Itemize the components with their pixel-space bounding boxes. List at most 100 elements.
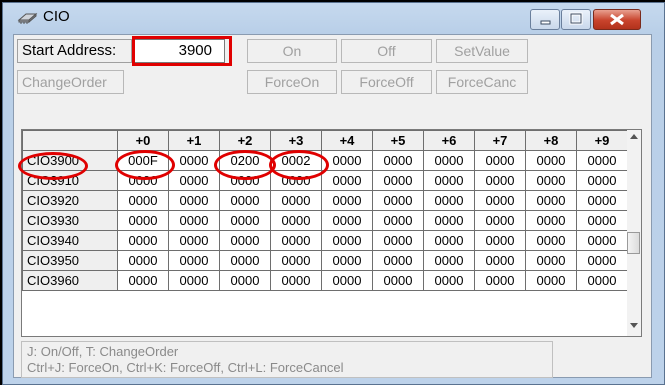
data-cell[interactable]: 0000 [321, 150, 373, 171]
data-cell[interactable]: 0000 [423, 250, 475, 271]
forceoff-button[interactable]: ForceOff [341, 70, 432, 94]
data-cell[interactable]: 0000 [168, 230, 220, 251]
column-header: +7 [474, 130, 526, 151]
data-cell[interactable]: 0000 [474, 150, 526, 171]
data-cell[interactable]: 0000 [270, 190, 322, 211]
start-address-label: Start Address: [17, 39, 132, 63]
data-cell[interactable]: 0000 [168, 150, 220, 171]
data-cell[interactable]: 0000 [474, 170, 526, 191]
data-cell[interactable]: 0000 [270, 250, 322, 271]
data-cell[interactable]: 0000 [270, 210, 322, 231]
maximize-icon [562, 12, 590, 33]
data-cell[interactable]: 0000 [372, 150, 424, 171]
data-cell[interactable]: 0000 [525, 150, 577, 171]
data-cell[interactable]: 0000 [168, 250, 220, 271]
data-cell[interactable]: 0000 [168, 210, 220, 231]
data-cell[interactable]: 0000 [525, 190, 577, 211]
table-row: CIO3940 0000 0000 0000 0000 0000 0000 00… [22, 230, 628, 251]
annotation-oval-col2 [214, 150, 276, 180]
table-row: CIO3930 0000 0000 0000 0000 0000 0000 00… [22, 210, 628, 231]
data-cell[interactable]: 0000 [423, 270, 475, 291]
vertical-scrollbar[interactable] [627, 130, 641, 336]
forceon-button[interactable]: ForceOn [247, 70, 337, 94]
memory-grid: +0 +1 +2 +3 +4 +5 +6 +7 +8 +9 CIO3900 00… [18, 129, 642, 337]
data-cell[interactable]: 0000 [372, 170, 424, 191]
on-button[interactable]: On [247, 39, 337, 63]
annotation-oval-col3 [269, 150, 329, 180]
window-title: CIO [43, 8, 70, 25]
data-cell[interactable]: 0000 [321, 210, 373, 231]
data-cell[interactable]: 0000 [168, 270, 220, 291]
data-cell[interactable]: 0000 [525, 270, 577, 291]
data-cell[interactable]: 0000 [117, 190, 169, 211]
maximize-button[interactable] [561, 9, 591, 30]
table-row: CIO3920 0000 0000 0000 0000 0000 0000 00… [22, 190, 628, 211]
setvalue-button[interactable]: SetValue [436, 39, 528, 63]
data-cell[interactable]: 0000 [474, 210, 526, 231]
annotation-oval-row [18, 152, 88, 180]
data-cell[interactable]: 0000 [423, 190, 475, 211]
data-cell[interactable]: 0000 [168, 170, 220, 191]
title-bar[interactable]: CIO [3, 3, 664, 34]
data-cell[interactable]: 0000 [372, 250, 424, 271]
data-cell[interactable]: 0000 [423, 230, 475, 251]
data-cell[interactable]: 0000 [525, 170, 577, 191]
data-cell[interactable]: 0000 [576, 170, 628, 191]
help-line-2: Ctrl+J: ForceOn, Ctrl+K: ForceOff, Ctrl+… [27, 360, 344, 375]
off-button[interactable]: Off [341, 39, 432, 63]
forcecanc-button[interactable]: ForceCanc [436, 70, 528, 94]
data-cell[interactable]: 0000 [576, 210, 628, 231]
scroll-up-arrow-icon[interactable] [630, 134, 638, 139]
data-cell[interactable]: 0000 [321, 190, 373, 211]
data-cell[interactable]: 0000 [423, 170, 475, 191]
data-cell[interactable]: 0000 [117, 250, 169, 271]
table-row: CIO3950 0000 0000 0000 0000 0000 0000 00… [22, 250, 628, 271]
column-header: +1 [168, 130, 220, 151]
row-address: CIO3930 [22, 210, 118, 231]
data-cell[interactable]: 0000 [525, 230, 577, 251]
data-cell[interactable]: 0000 [168, 190, 220, 211]
data-cell[interactable]: 0000 [576, 250, 628, 271]
data-cell[interactable]: 0000 [372, 210, 424, 231]
data-cell[interactable]: 0000 [117, 210, 169, 231]
data-cell[interactable]: 0000 [219, 250, 271, 271]
data-cell[interactable]: 0000 [270, 270, 322, 291]
data-cell[interactable]: 0000 [219, 210, 271, 231]
data-cell[interactable]: 0000 [474, 190, 526, 211]
data-cell[interactable]: 0000 [576, 270, 628, 291]
data-cell[interactable]: 0000 [321, 270, 373, 291]
column-header: +6 [423, 130, 475, 151]
data-cell[interactable]: 0000 [219, 270, 271, 291]
column-header: +0 [117, 130, 169, 151]
data-cell[interactable]: 0000 [474, 270, 526, 291]
column-header: +9 [576, 130, 628, 151]
data-cell[interactable]: 0000 [117, 230, 169, 251]
data-cell[interactable]: 0000 [372, 270, 424, 291]
data-cell[interactable]: 0000 [525, 210, 577, 231]
scroll-thumb[interactable] [627, 232, 640, 254]
data-cell[interactable]: 0000 [423, 150, 475, 171]
data-cell[interactable]: 0000 [219, 190, 271, 211]
column-header: +5 [372, 130, 424, 151]
data-cell[interactable]: 0000 [474, 230, 526, 251]
data-cell[interactable]: 0000 [372, 230, 424, 251]
data-cell[interactable]: 0000 [321, 170, 373, 191]
data-cell[interactable]: 0000 [372, 190, 424, 211]
data-cell[interactable]: 0000 [270, 230, 322, 251]
close-button[interactable] [593, 9, 641, 30]
data-cell[interactable]: 0000 [117, 270, 169, 291]
minimize-button[interactable] [530, 9, 560, 30]
changeorder-button[interactable]: ChangeOrder [17, 70, 124, 94]
data-cell[interactable]: 0000 [576, 230, 628, 251]
memory-table: +0 +1 +2 +3 +4 +5 +6 +7 +8 +9 CIO3900 00… [22, 130, 628, 291]
data-cell[interactable]: 0000 [219, 230, 271, 251]
data-cell[interactable]: 0000 [423, 210, 475, 231]
data-cell[interactable]: 0000 [321, 250, 373, 271]
data-cell[interactable]: 0000 [321, 230, 373, 251]
data-cell[interactable]: 0000 [474, 250, 526, 271]
data-cell[interactable]: 0000 [525, 250, 577, 271]
column-header: +4 [321, 130, 373, 151]
scroll-down-arrow-icon[interactable] [630, 323, 638, 328]
data-cell[interactable]: 0000 [576, 190, 628, 211]
data-cell[interactable]: 0000 [576, 150, 628, 171]
